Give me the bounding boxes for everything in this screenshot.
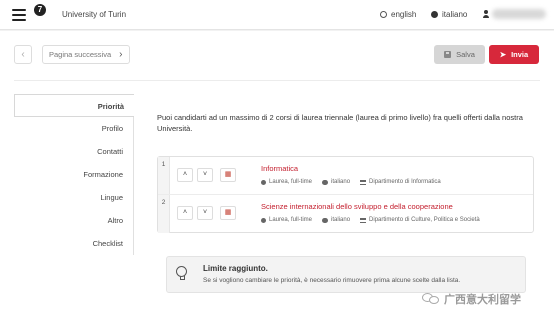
degree-type-icon bbox=[261, 179, 266, 185]
previous-page-button[interactable]: ‹ bbox=[14, 45, 32, 64]
language-icon bbox=[322, 217, 329, 223]
wechat-logo-icon bbox=[422, 292, 440, 306]
priority-rank: 1 bbox=[158, 157, 170, 194]
chevron-left-icon: ‹ bbox=[21, 49, 25, 60]
sidebar-item-contatti[interactable]: Contatti bbox=[14, 140, 134, 163]
user-icon[interactable] bbox=[482, 10, 490, 19]
send-button[interactable]: ➤ Invia bbox=[489, 45, 539, 64]
top-bar: 7 University of Turin english italiano bbox=[0, 0, 554, 30]
chevron-down-icon: ˅ bbox=[202, 171, 208, 178]
radio-selected-icon bbox=[431, 11, 438, 18]
user-name-redacted bbox=[492, 9, 546, 19]
course-meta: Laurea, full-time italiano Dipartimento … bbox=[261, 217, 480, 223]
course-language: italiano bbox=[331, 179, 351, 185]
floppy-disk-icon bbox=[444, 51, 452, 58]
save-label: Salva bbox=[456, 50, 475, 59]
move-down-button[interactable]: ˅ bbox=[197, 206, 213, 220]
course-choice-list: 1 ˄ ˅ ▦ Informatica Laurea, full-time it… bbox=[157, 156, 534, 233]
notice-title: Limite raggiunto. bbox=[203, 264, 268, 273]
course-meta: Laurea, full-time italiano Dipartimento … bbox=[261, 179, 441, 185]
sidebar: Priorità Profilo Contatti Formazione Lin… bbox=[14, 94, 134, 255]
chevron-down-icon: ˅ bbox=[202, 209, 208, 216]
language-label-italiano: italiano bbox=[442, 10, 468, 19]
lightbulb-icon bbox=[176, 266, 188, 284]
chevron-up-icon: ˄ bbox=[182, 171, 188, 178]
language-label-english: english bbox=[391, 10, 417, 19]
language-option-english[interactable]: english bbox=[380, 10, 416, 19]
move-down-button[interactable]: ˅ bbox=[197, 168, 213, 182]
chevron-right-icon: › bbox=[119, 49, 123, 60]
sidebar-item-profilo[interactable]: Profilo bbox=[14, 117, 134, 140]
department-name: Dipartimento di Informatica bbox=[369, 179, 441, 185]
language-icon bbox=[322, 179, 329, 185]
sidebar-item-formazione[interactable]: Formazione bbox=[14, 163, 134, 186]
course-name-link[interactable]: Scienze internazionali dello sviluppo e … bbox=[261, 202, 453, 211]
trash-icon: ▦ bbox=[224, 171, 232, 178]
limit-reached-notice: Limite raggiunto. Se si vogliono cambiar… bbox=[166, 256, 526, 293]
course-language: italiano bbox=[331, 217, 351, 223]
send-label: Invia bbox=[511, 50, 529, 59]
move-up-button[interactable]: ˄ bbox=[177, 168, 193, 182]
move-up-button[interactable]: ˄ bbox=[177, 206, 193, 220]
paper-plane-icon: ➤ bbox=[499, 50, 507, 59]
radio-icon bbox=[380, 11, 387, 18]
department-icon bbox=[360, 217, 367, 223]
list-item: 1 ˄ ˅ ▦ Informatica Laurea, full-time it… bbox=[158, 157, 533, 195]
course-name-link[interactable]: Informatica bbox=[261, 164, 298, 173]
trash-icon: ▦ bbox=[224, 209, 232, 216]
toolbar-divider bbox=[14, 80, 540, 81]
intro-text: Puoi candidarti ad un massimo di 2 corsi… bbox=[157, 113, 523, 133]
university-brand[interactable]: University of Turin bbox=[62, 10, 126, 19]
department-name: Dipartimento di Culture, Politica e Soci… bbox=[369, 217, 480, 223]
notification-badge[interactable]: 7 bbox=[34, 4, 46, 16]
menu-icon[interactable] bbox=[12, 9, 26, 21]
sidebar-item-altro[interactable]: Altro bbox=[14, 209, 134, 232]
next-page-button[interactable]: Pagina successiva › bbox=[42, 45, 130, 64]
degree-type-icon bbox=[261, 217, 266, 223]
notice-text: Se si vogliono cambiare le priorità, è n… bbox=[203, 277, 461, 284]
watermark-text: 广西意大利留学 bbox=[444, 293, 521, 306]
priority-rank: 2 bbox=[158, 195, 170, 233]
chevron-up-icon: ˄ bbox=[182, 209, 188, 216]
language-option-italiano[interactable]: italiano bbox=[431, 10, 467, 19]
list-item: 2 ˄ ˅ ▦ Scienze internazionali dello svi… bbox=[158, 195, 533, 233]
sidebar-item-priorita[interactable]: Priorità bbox=[14, 94, 134, 117]
save-button[interactable]: Salva bbox=[434, 45, 485, 64]
sidebar-item-checklist[interactable]: Checklist bbox=[14, 232, 134, 255]
delete-button[interactable]: ▦ bbox=[220, 206, 236, 220]
sidebar-item-lingue[interactable]: Lingue bbox=[14, 186, 134, 209]
next-page-label: Pagina successiva bbox=[49, 50, 112, 59]
degree-type: Laurea, full-time bbox=[269, 217, 313, 223]
degree-type: Laurea, full-time bbox=[269, 179, 313, 185]
watermark: 广西意大利留学 bbox=[422, 291, 521, 307]
department-icon bbox=[360, 179, 367, 185]
delete-button[interactable]: ▦ bbox=[220, 168, 236, 182]
